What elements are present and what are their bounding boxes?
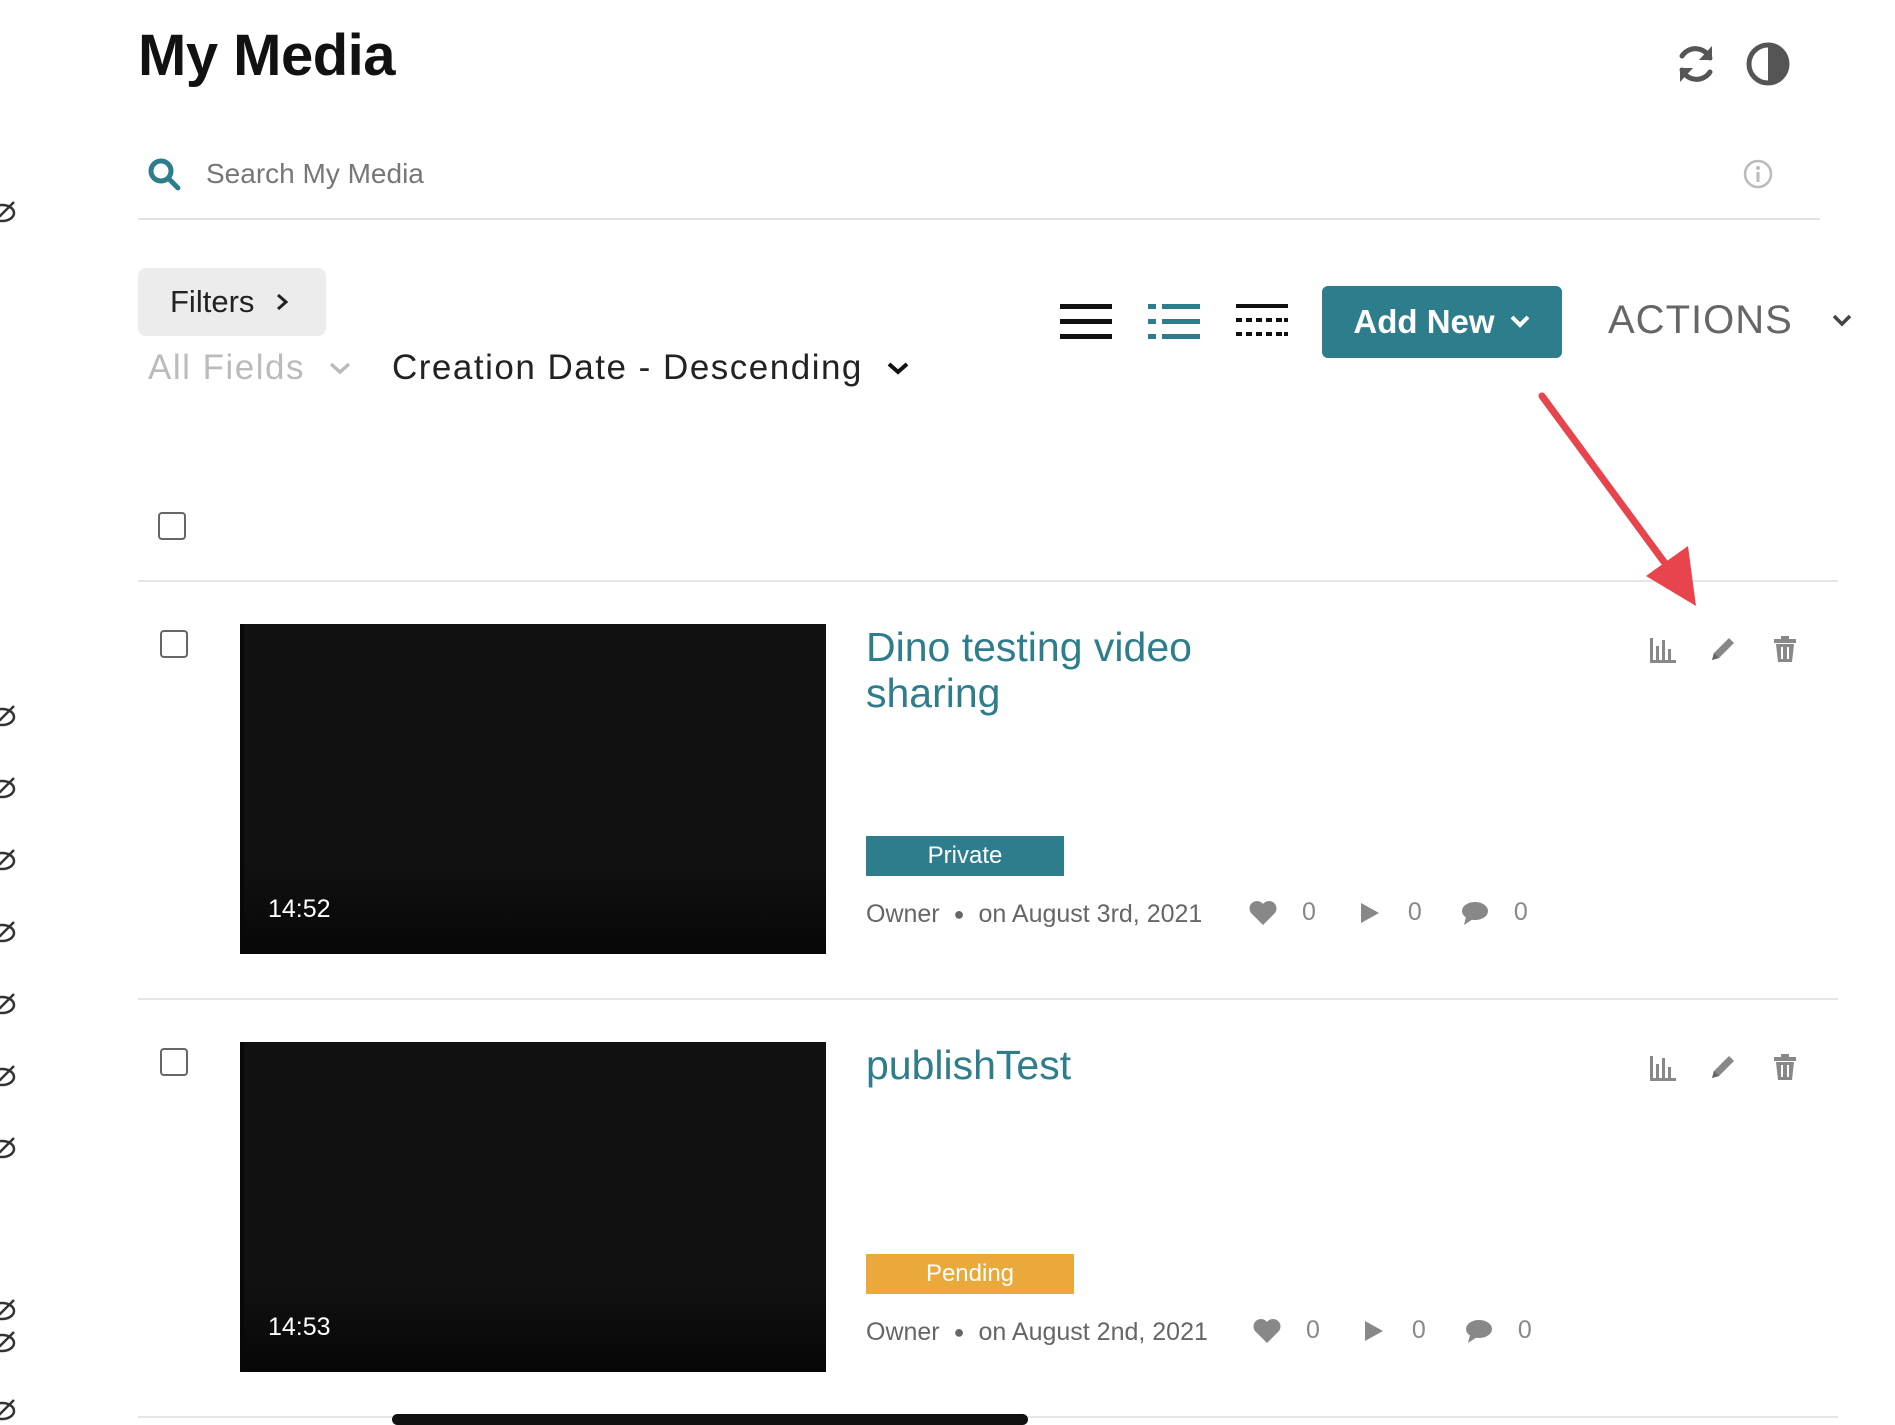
entry-checkbox[interactable] xyxy=(160,630,188,658)
sort-select[interactable]: Creation Date - Descending xyxy=(392,348,911,388)
play-icon xyxy=(1364,1320,1383,1341)
list-view-icon[interactable] xyxy=(1058,300,1114,344)
comments-count: 0 xyxy=(1513,898,1528,926)
owner-label: Owner xyxy=(866,1318,940,1346)
media-entry: 14:52 Dino testing video sharing Private… xyxy=(138,582,1838,1002)
eye-slash-icon xyxy=(0,201,16,223)
video-thumbnail[interactable]: 14:52 xyxy=(240,624,826,954)
add-new-label: Add New xyxy=(1353,303,1495,340)
search-icon[interactable] xyxy=(146,156,182,192)
annotation-arrow xyxy=(1538,392,1696,606)
actions-menu[interactable]: ACTIONS xyxy=(1608,298,1853,343)
play-icon xyxy=(1360,902,1379,923)
eye-slash-icon xyxy=(0,1331,16,1353)
chevron-down-icon xyxy=(1832,314,1852,326)
contrast-icon[interactable] xyxy=(1744,40,1792,88)
fields-select[interactable]: All Fields xyxy=(148,348,353,388)
comment-icon xyxy=(1461,901,1488,925)
owner-label: Owner xyxy=(866,900,940,928)
duration-label: 14:53 xyxy=(268,1313,331,1341)
chevron-right-icon xyxy=(277,293,289,311)
actions-label: ACTIONS xyxy=(1608,298,1793,342)
comment-icon xyxy=(1465,1319,1492,1343)
info-icon[interactable] xyxy=(1742,158,1774,190)
detailed-view-icon[interactable] xyxy=(1146,300,1202,344)
separator-dot: ● xyxy=(953,904,965,924)
entry-title-link[interactable]: publishTest xyxy=(866,1042,1286,1088)
compact-view-icon[interactable] xyxy=(1234,300,1290,344)
heart-icon xyxy=(1249,900,1277,925)
analytics-icon[interactable] xyxy=(1648,634,1678,664)
sort-select-label: Creation Date - Descending xyxy=(392,348,863,387)
filters-label: Filters xyxy=(170,284,255,319)
home-indicator xyxy=(392,1414,1028,1425)
filters-button[interactable]: Filters xyxy=(138,268,326,336)
entry-checkbox[interactable] xyxy=(160,1048,188,1076)
eye-slash-icon xyxy=(0,777,16,799)
date-label: on August 2nd, 2021 xyxy=(978,1318,1208,1346)
entry-stats: 0 0 0 xyxy=(1252,1316,1570,1345)
eye-slash-icon xyxy=(0,921,16,943)
status-badge: Pending xyxy=(866,1254,1074,1294)
entry-meta: Owner ● on August 2nd, 2021 xyxy=(866,1318,1208,1347)
chevron-down-icon xyxy=(329,362,351,375)
likes-count: 0 xyxy=(1302,898,1316,926)
duration-label: 14:52 xyxy=(268,895,331,923)
eye-slash-icon xyxy=(0,993,16,1015)
chevron-down-icon xyxy=(887,362,909,375)
entry-meta: Owner ● on August 3rd, 2021 xyxy=(866,900,1202,929)
edit-icon[interactable] xyxy=(1708,634,1738,664)
eye-slash-icon xyxy=(0,1399,16,1421)
refresh-icon[interactable] xyxy=(1672,40,1720,88)
video-thumbnail[interactable]: 14:53 xyxy=(240,1042,826,1372)
eye-slash-icon xyxy=(0,705,16,727)
eye-slash-icon xyxy=(0,1299,16,1321)
eye-slash-icon xyxy=(0,1065,16,1087)
edit-icon[interactable] xyxy=(1708,1052,1738,1082)
add-new-button[interactable]: Add New xyxy=(1322,286,1562,358)
select-all-checkbox[interactable] xyxy=(158,512,186,540)
page-title: My Media xyxy=(138,23,396,88)
search-bar xyxy=(138,140,1820,220)
eye-slash-icon xyxy=(0,849,16,871)
plays-count: 0 xyxy=(1411,1316,1426,1344)
fields-select-label: All Fields xyxy=(148,348,305,387)
heart-icon xyxy=(1253,1318,1281,1343)
status-badge: Private xyxy=(866,836,1064,876)
entry-title-link[interactable]: Dino testing video sharing xyxy=(866,624,1286,716)
media-entry: 14:53 publishTest Pending Owner ● on Aug… xyxy=(138,1000,1838,1420)
trash-icon[interactable] xyxy=(1770,1052,1800,1082)
likes-count: 0 xyxy=(1306,1316,1320,1344)
comments-count: 0 xyxy=(1517,1316,1532,1344)
separator-dot: ● xyxy=(953,1322,965,1342)
analytics-icon[interactable] xyxy=(1648,1052,1678,1082)
eye-slash-icon xyxy=(0,1137,16,1159)
date-label: on August 3rd, 2021 xyxy=(978,900,1203,928)
plays-count: 0 xyxy=(1407,898,1422,926)
entry-stats: 0 0 0 xyxy=(1248,898,1566,927)
search-input[interactable] xyxy=(206,150,1606,198)
trash-icon[interactable] xyxy=(1770,634,1800,664)
chevron-down-icon xyxy=(1510,315,1529,328)
